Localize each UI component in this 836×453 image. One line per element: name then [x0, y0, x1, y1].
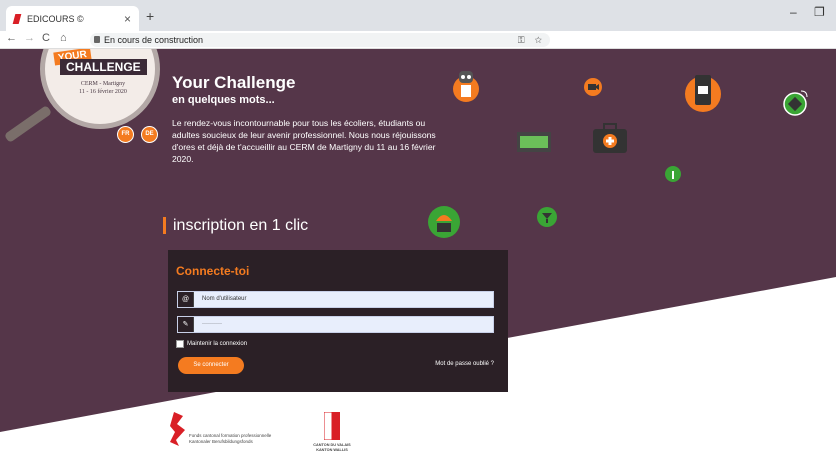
favicon-icon [12, 13, 22, 24]
url-field[interactable]: En cours de construction ⚿ ☆ [90, 33, 550, 47]
tab-title: EDICOURS © [27, 13, 84, 24]
login-button[interactable]: Se connecter [178, 357, 244, 374]
new-tab-button[interactable]: + [146, 8, 154, 24]
remember-label: Maintenir la connexion [187, 341, 248, 347]
minimize-button[interactable]: – [790, 5, 797, 19]
canton-line-2: KANTON WALLIS [316, 447, 348, 452]
satellite-icon [783, 90, 808, 116]
forgot-password-link[interactable]: Mot de passe oublié ? [435, 361, 494, 367]
star-icon[interactable]: ☆ [535, 35, 542, 45]
browser-tab-bar: EDICOURS © × + – ❐ [0, 0, 836, 31]
key-icon[interactable]: ⚿ [518, 35, 525, 45]
robot-icon [453, 71, 479, 102]
inscription-title: inscription en 1 clic [173, 217, 309, 234]
truck-icon [685, 75, 721, 112]
logo-challenge-text: CHALLENGE [60, 59, 147, 75]
tab-close-icon[interactable]: × [124, 12, 131, 26]
username-placeholder: Nom d'utilisateur [202, 296, 247, 302]
page: YOUR CHALLENGE CERM - Martigny 11 - 16 f… [0, 49, 836, 453]
forward-button[interactable]: → [24, 32, 35, 44]
password-field[interactable]: ✎ ·········· [177, 316, 494, 333]
browser-tab[interactable]: EDICOURS © × [6, 6, 139, 31]
login-panel: Connecte-toi @ Nom d'utilisateur ✎ ·····… [168, 250, 508, 392]
key-icon: ✎ [178, 317, 194, 332]
worker-icon [428, 206, 460, 238]
intro-paragraph: Le rendez-vous incontournable pour tous … [172, 118, 436, 164]
medical-kit-icon [593, 123, 627, 153]
plant-icon [665, 166, 681, 182]
remember-checkbox[interactable] [176, 340, 184, 348]
username-field[interactable]: @ Nom d'utilisateur [177, 291, 494, 308]
fund-line-2: Kantonaler Berufsbildungsfonds [189, 438, 253, 444]
login-title: Connecte-toi [176, 264, 250, 278]
lang-fr-button[interactable]: FR [117, 126, 134, 143]
restore-button[interactable]: ❐ [814, 5, 825, 19]
address-bar-row: ← → C ⌂ En cours de construction ⚿ ☆ [0, 31, 836, 49]
camera-icon [584, 78, 602, 96]
at-icon: @ [178, 292, 194, 307]
url-text: En cours de construction [104, 35, 204, 45]
fund-line-1: Fonds cantonal formation professionnelle [189, 433, 272, 438]
screen-icon [517, 132, 551, 152]
page-title: Your Challenge [172, 73, 296, 92]
fund-logo-mark [170, 412, 185, 446]
page-subtitle: en quelques mots... [172, 94, 275, 106]
inscription-accent-bar [163, 217, 166, 234]
logo-location: CERM - Martigny [80, 81, 126, 87]
canton-logo-mark [324, 412, 340, 440]
back-button[interactable]: ← [6, 32, 17, 44]
home-button[interactable]: ⌂ [60, 32, 67, 44]
logo-dates: 11 - 16 février 2020 [79, 89, 127, 95]
lock-icon [94, 36, 100, 43]
lang-de-button[interactable]: DE [141, 126, 158, 143]
reload-button[interactable]: C [42, 32, 50, 44]
tools-icon [537, 207, 557, 227]
remember-me[interactable]: Maintenir la connexion [176, 340, 247, 348]
logo-subtitle: CERM - Martigny 11 - 16 février 2020 [68, 80, 138, 96]
password-value: ·········· [202, 321, 222, 327]
